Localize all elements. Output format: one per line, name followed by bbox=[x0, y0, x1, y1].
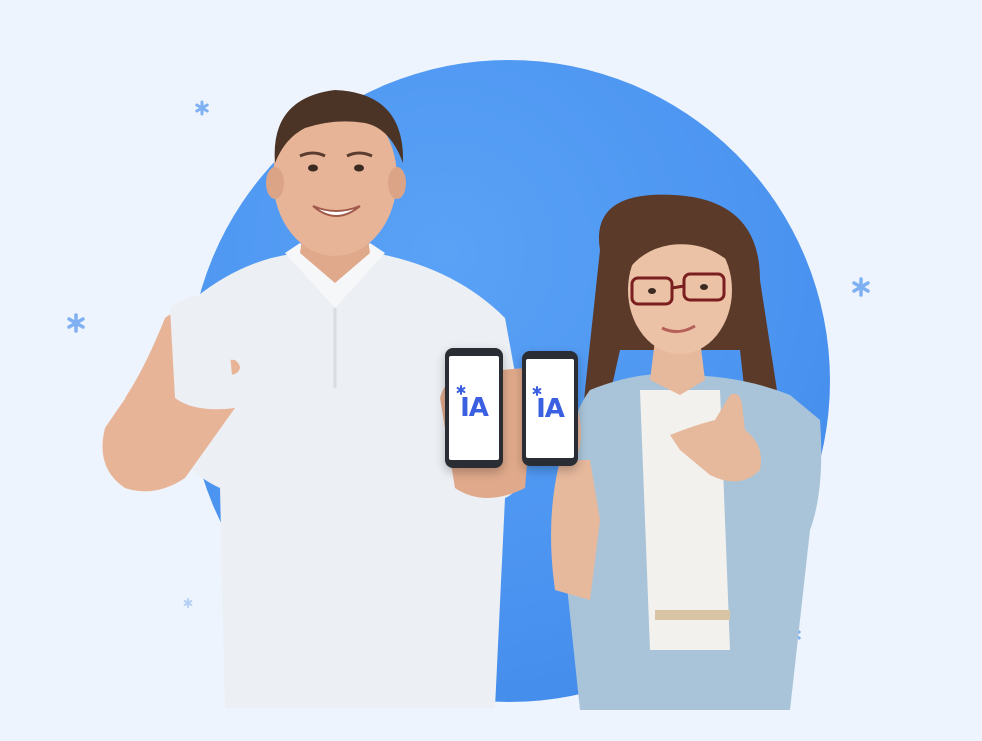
phone-screen: IA bbox=[449, 356, 499, 460]
phone-left: IA bbox=[445, 348, 503, 468]
phone-right: IA bbox=[522, 351, 578, 466]
hero-illustration: IA IA bbox=[0, 0, 982, 741]
app-logo: IA bbox=[456, 385, 489, 423]
app-logo: IA bbox=[532, 385, 565, 424]
asterisk-icon bbox=[456, 385, 466, 395]
logo-text: IA bbox=[460, 393, 489, 423]
phone-screen: IA bbox=[526, 359, 574, 458]
sparkle-icon bbox=[66, 313, 86, 333]
sparkle-icon bbox=[851, 277, 871, 297]
asterisk-icon bbox=[532, 385, 542, 396]
logo-text: IA bbox=[536, 393, 565, 424]
